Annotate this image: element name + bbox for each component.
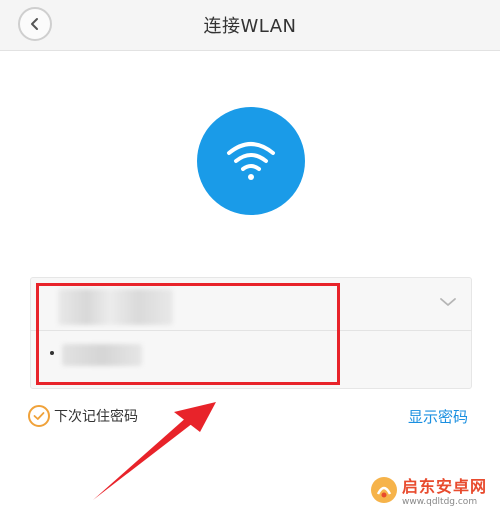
chevron-down-icon xyxy=(440,298,456,306)
watermark-url: www.qdltdg.com xyxy=(402,497,478,507)
highlight-box xyxy=(36,283,340,385)
watermark-title: 启东安卓网 xyxy=(402,477,488,496)
watermark-logo-icon xyxy=(371,477,397,503)
checkbox[interactable] xyxy=(28,405,50,427)
top-bar: 连接WLAN xyxy=(0,0,500,51)
watermark: 启东安卓网 www.qdltdg.com xyxy=(370,473,487,507)
remember-password[interactable]: 下次记住密码 xyxy=(28,404,138,428)
show-password-link[interactable]: 显示密码 xyxy=(408,406,468,427)
page-title: 连接WLAN xyxy=(203,16,297,37)
remember-password-label: 下次记住密码 xyxy=(54,409,138,425)
check-icon xyxy=(33,412,45,420)
annotation-arrow xyxy=(93,402,216,500)
wifi-icon xyxy=(197,107,305,215)
network-dropdown[interactable] xyxy=(436,292,460,312)
